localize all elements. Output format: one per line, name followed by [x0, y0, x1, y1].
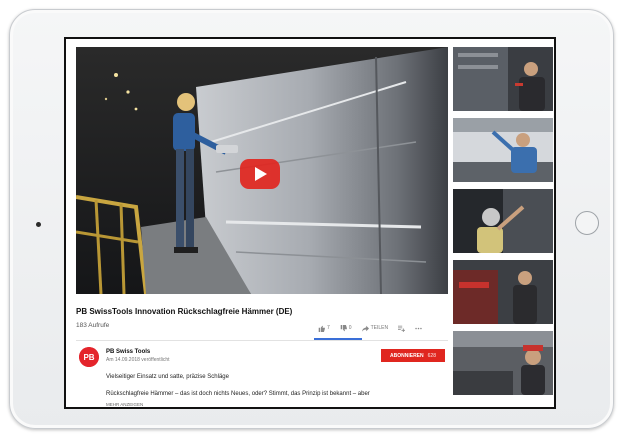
related-video-thumbnail[interactable] — [453, 260, 553, 324]
thumbs-down-icon — [340, 324, 347, 331]
logo-text: PB — [83, 353, 94, 362]
pb-logo-icon: PB — [79, 347, 99, 367]
description-line: Rückschlagfreie Hämmer – das ist doch ni… — [106, 391, 370, 397]
share-button[interactable]: TEILEN — [361, 325, 389, 332]
add-to-playlist-button[interactable] — [398, 325, 406, 332]
share-icon — [361, 325, 369, 332]
description-line: Vielseitiger Einsatz und satte, präzise … — [106, 374, 229, 380]
home-button[interactable] — [575, 211, 599, 235]
like-count: 7 — [327, 325, 330, 331]
front-camera — [36, 222, 41, 227]
related-video-thumbnail[interactable] — [453, 189, 553, 253]
subscribe-button[interactable]: ABONNIEREN 628 — [381, 349, 445, 362]
thumbs-up-icon — [318, 325, 325, 332]
video-title: PB SwissTools Innovation Rückschlagfreie… — [76, 307, 293, 316]
video-actions: 7 0 TEILEN — [318, 322, 422, 334]
related-video-thumbnail[interactable] — [453, 118, 553, 182]
subscriber-count: 628 — [427, 352, 436, 359]
divider — [76, 340, 448, 341]
publish-date: Am 14.09.2018 veröffentlicht — [106, 357, 170, 363]
channel-avatar[interactable]: PB — [79, 347, 99, 367]
screen: PB SwissTools Innovation Rückschlagfreie… — [64, 37, 556, 409]
channel-name[interactable]: PB Swiss Tools — [106, 349, 150, 355]
dislike-count: 0 — [348, 325, 352, 331]
share-label: TEILEN — [370, 325, 389, 331]
playlist-add-icon — [398, 325, 406, 332]
play-button[interactable] — [240, 159, 280, 189]
more-options-button[interactable] — [415, 325, 422, 332]
show-more-link[interactable]: MEHR ANZEIGEN — [106, 402, 143, 407]
related-video-thumbnail[interactable] — [453, 47, 553, 111]
related-video-thumbnail[interactable] — [453, 331, 553, 395]
video-player[interactable] — [76, 47, 448, 294]
dislike-button[interactable]: 0 — [340, 324, 352, 332]
subscribe-label: ABONNIEREN — [390, 352, 424, 359]
like-button[interactable]: 7 — [318, 325, 330, 332]
more-horizontal-icon — [415, 327, 422, 329]
view-count: 183 Aufrufe — [76, 322, 110, 329]
